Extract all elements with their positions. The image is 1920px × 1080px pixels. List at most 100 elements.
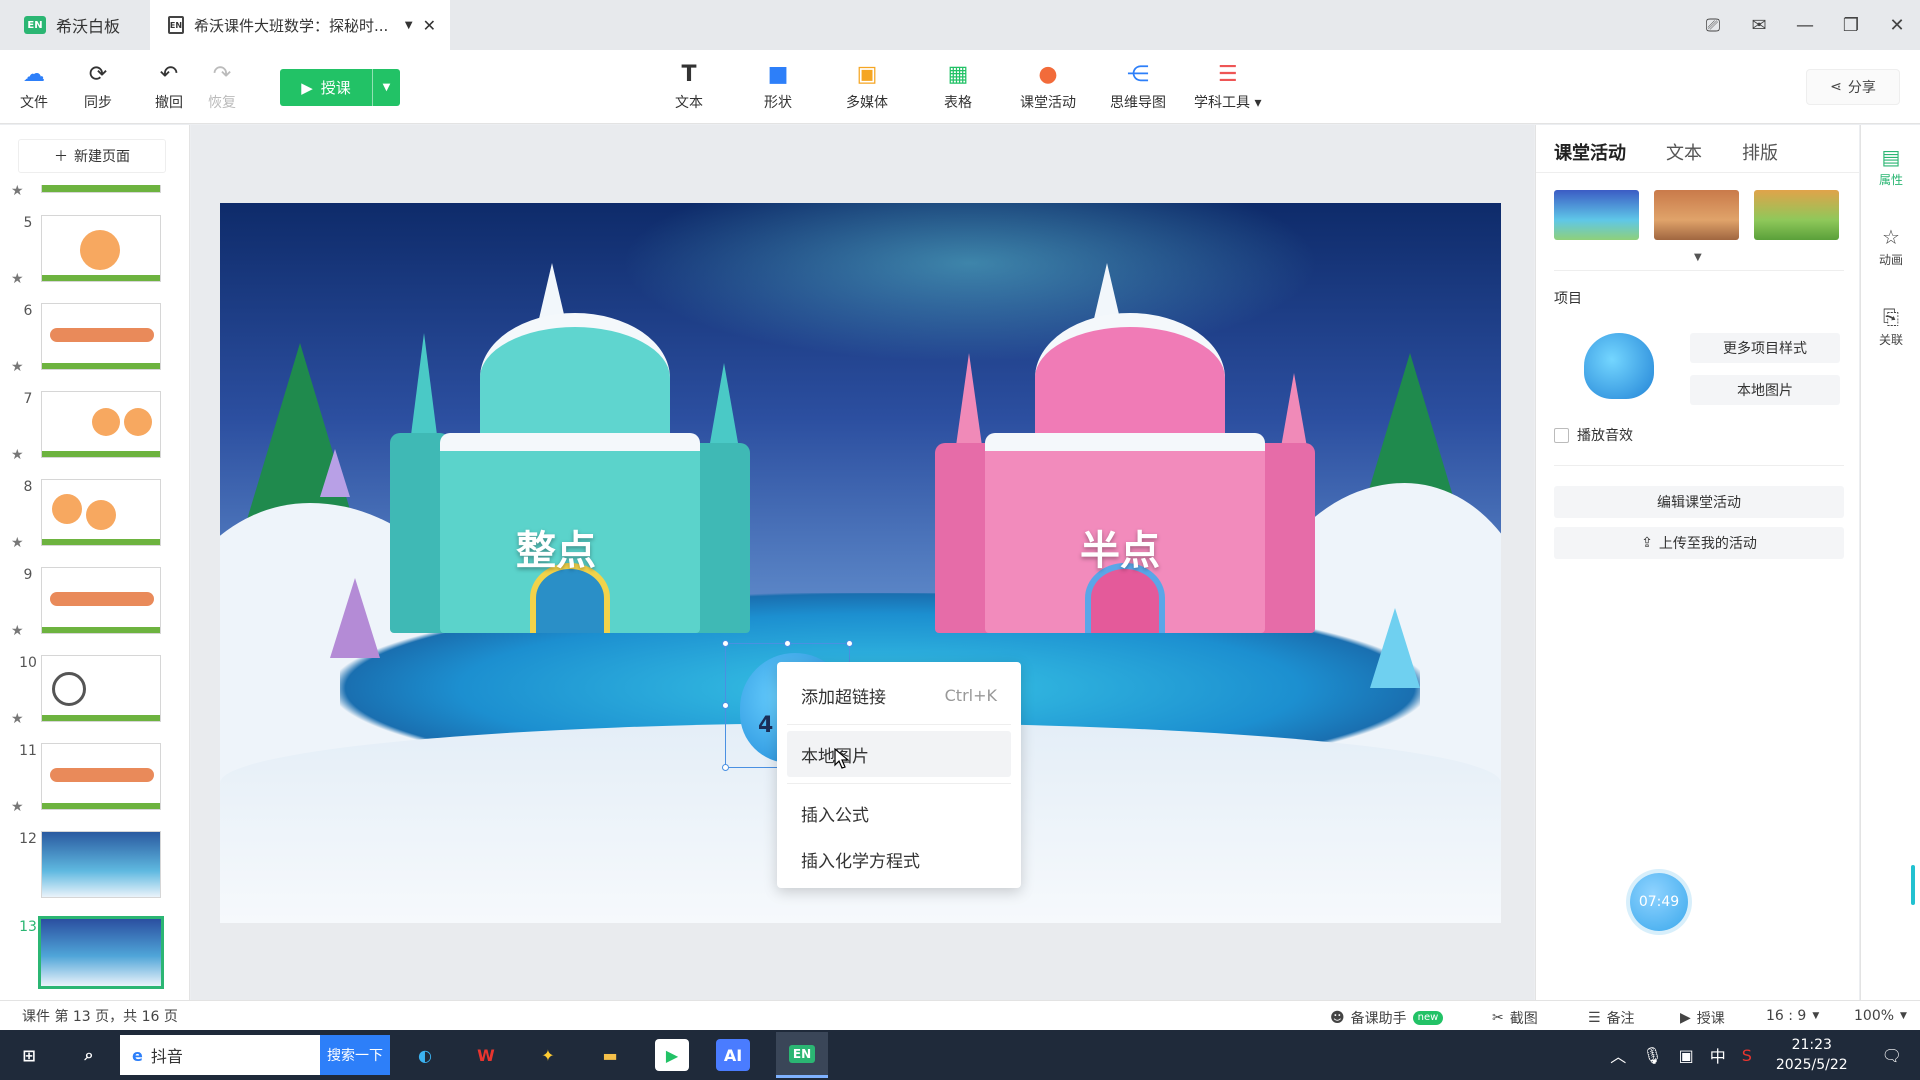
checkbox-box[interactable] [1554, 427, 1569, 443]
chevron-down-icon[interactable]: ▼ [405, 20, 413, 31]
upload-activity-button[interactable]: ⇪ 上传至我的活动 [1554, 527, 1844, 559]
network-icon[interactable]: ▣ [1671, 1046, 1702, 1065]
edge-icon[interactable]: ◐ [408, 1039, 442, 1071]
zoom-select[interactable]: 100% ▼ [1854, 1008, 1907, 1024]
subject-tools[interactable]: ☰ 学科工具 ▾ [1194, 62, 1261, 112]
antivirus-icon[interactable]: S [1734, 1046, 1760, 1065]
slide-thumbnail[interactable] [38, 916, 164, 989]
activity-tool[interactable]: ● 课堂活动 [1020, 62, 1076, 112]
seewo-app-icon[interactable]: EN [776, 1032, 828, 1078]
slide-item[interactable]: 8 ★ [0, 479, 189, 566]
slide-item[interactable]: 6 ★ [0, 303, 189, 390]
teach-button[interactable]: ▶ 授课 ▼ [280, 69, 400, 106]
slide-thumbnail[interactable] [41, 743, 161, 810]
minimize-icon[interactable]: — [1782, 0, 1828, 50]
slide-item[interactable]: 9 ★ [0, 567, 189, 654]
resize-handle[interactable] [722, 764, 729, 771]
media-player-icon[interactable]: ▶ [655, 1039, 689, 1071]
slide-item[interactable]: 10 ★ [0, 655, 189, 742]
search-submit-button[interactable]: 搜索一下 [320, 1035, 390, 1075]
restore-icon[interactable]: ❐ [1828, 0, 1874, 50]
more-styles-button[interactable]: 更多项目样式 [1690, 333, 1840, 363]
ratio-select[interactable]: 16 : 9 ▼ [1766, 1008, 1819, 1024]
search-icon[interactable]: ⌕ [72, 1039, 106, 1071]
notes-button[interactable]: ☰ 备注 [1588, 1008, 1635, 1028]
mindmap-tool[interactable]: ⋲ 思维导图 [1110, 62, 1166, 112]
feedback-icon[interactable]: ⎚ [1690, 0, 1736, 50]
share-button[interactable]: ⋖ 分享 [1806, 69, 1900, 105]
sync-button[interactable]: ⟳ 同步 [84, 62, 112, 112]
left-castle-label[interactable]: 整点 [516, 518, 596, 576]
star-icon[interactable]: ★ [11, 271, 24, 287]
tab-text[interactable]: 文本 [1666, 139, 1702, 172]
text-tool[interactable]: T 文本 [675, 62, 703, 112]
rail-animation[interactable]: ☆ 动画 [1861, 225, 1920, 268]
ai-app-icon[interactable]: AI [716, 1039, 750, 1071]
microphone-icon[interactable]: 🎙 [1634, 1046, 1670, 1065]
slide-item[interactable]: 12 [0, 831, 189, 918]
local-image-button[interactable]: 本地图片 [1690, 375, 1840, 405]
star-icon[interactable]: ★ [11, 535, 24, 551]
undo-button[interactable]: ↶ 撤回 [155, 62, 183, 112]
taskbar-search-input[interactable]: e 抖音 [120, 1035, 320, 1075]
windows-start-icon[interactable]: ⊞ [12, 1039, 46, 1071]
slide-thumbnail[interactable] [41, 215, 161, 282]
redo-button[interactable]: ↷ 恢复 [208, 62, 236, 112]
star-icon[interactable]: ★ [11, 711, 24, 727]
project-image[interactable] [1584, 333, 1654, 399]
star-icon[interactable]: ★ [11, 799, 24, 815]
document-tab[interactable]: EN 希沃课件大班数学：探秘时... ▼ ✕ [150, 0, 450, 50]
scrollbar-indicator[interactable] [1911, 865, 1915, 905]
slide-item-active[interactable]: 13 [0, 916, 189, 1000]
star-icon[interactable]: ★ [11, 183, 24, 199]
star-icon[interactable]: ★ [11, 447, 24, 463]
resize-handle[interactable] [722, 702, 729, 709]
tab-activity[interactable]: 课堂活动 [1554, 139, 1626, 172]
ime-indicator[interactable]: 中 [1702, 1043, 1734, 1067]
rail-link[interactable]: ⎘ 关联 [1861, 305, 1920, 348]
resize-handle[interactable] [784, 640, 791, 647]
right-castle-label[interactable]: 半点 [1080, 518, 1160, 576]
slide-thumbnail[interactable] [41, 655, 161, 722]
menu-item-local-image[interactable]: 本地图片 [787, 731, 1011, 777]
slide-thumbnail[interactable] [41, 479, 161, 546]
close-window-icon[interactable]: ✕ [1874, 0, 1920, 50]
chevron-up-icon[interactable]: ︿ [1602, 1043, 1634, 1067]
pinwheel-app-icon[interactable]: ✦ [531, 1039, 565, 1071]
close-tab-icon[interactable]: ✕ [423, 16, 436, 35]
menu-item-insert-formula[interactable]: 插入公式 [777, 790, 1021, 836]
slide-item[interactable]: 5 ★ [0, 215, 189, 302]
mail-icon[interactable]: ✉ [1736, 0, 1782, 50]
template-thumbnail[interactable] [1654, 190, 1739, 240]
star-icon[interactable]: ★ [11, 359, 24, 375]
chevron-down-icon[interactable]: ▼ [1694, 252, 1702, 263]
notification-icon[interactable]: 🗨 [1864, 1046, 1920, 1065]
template-thumbnail[interactable] [1754, 190, 1839, 240]
edit-activity-button[interactable]: 编辑课堂活动 [1554, 486, 1844, 518]
template-thumbnail[interactable] [1554, 190, 1639, 240]
menu-item-add-hyperlink[interactable]: 添加超链接 Ctrl+K [777, 672, 1021, 718]
play-sound-checkbox[interactable]: 播放音效 [1554, 425, 1633, 445]
star-icon[interactable]: ★ [11, 623, 24, 639]
slide-item[interactable]: 11 ★ [0, 743, 189, 830]
media-tool[interactable]: ▣ 多媒体 [846, 62, 888, 112]
status-teach-button[interactable]: ▶ 授课 [1680, 1008, 1725, 1028]
timer-widget[interactable]: 07:49 [1630, 873, 1688, 931]
shape-tool[interactable]: ■ 形状 [764, 62, 792, 112]
slide-thumbnail[interactable] [41, 303, 161, 370]
new-page-button[interactable]: ＋ 新建页面 [18, 139, 166, 173]
rail-properties[interactable]: ▤ 属性 [1861, 145, 1920, 188]
file-explorer-icon[interactable]: ▬ [593, 1039, 627, 1071]
teach-dropdown-icon[interactable]: ▼ [372, 69, 400, 106]
app-tab[interactable]: EN 希沃白板 [0, 0, 150, 50]
tab-layout[interactable]: 排版 [1742, 139, 1778, 172]
crop-button[interactable]: ✂ 截图 [1492, 1008, 1538, 1028]
slide-thumbnail[interactable] [41, 831, 161, 898]
slide-thumb-partial[interactable] [41, 185, 161, 193]
menu-item-insert-chemical-equation[interactable]: 插入化学方程式 [777, 836, 1021, 882]
file-menu[interactable]: ☁ 文件 [20, 62, 48, 112]
system-clock[interactable]: 21:23 2025/5/22 [1760, 1035, 1864, 1075]
slide-thumbnail[interactable] [41, 567, 161, 634]
resize-handle[interactable] [846, 640, 853, 647]
assistant-button[interactable]: ☻ 备课助手 new [1330, 1008, 1444, 1028]
